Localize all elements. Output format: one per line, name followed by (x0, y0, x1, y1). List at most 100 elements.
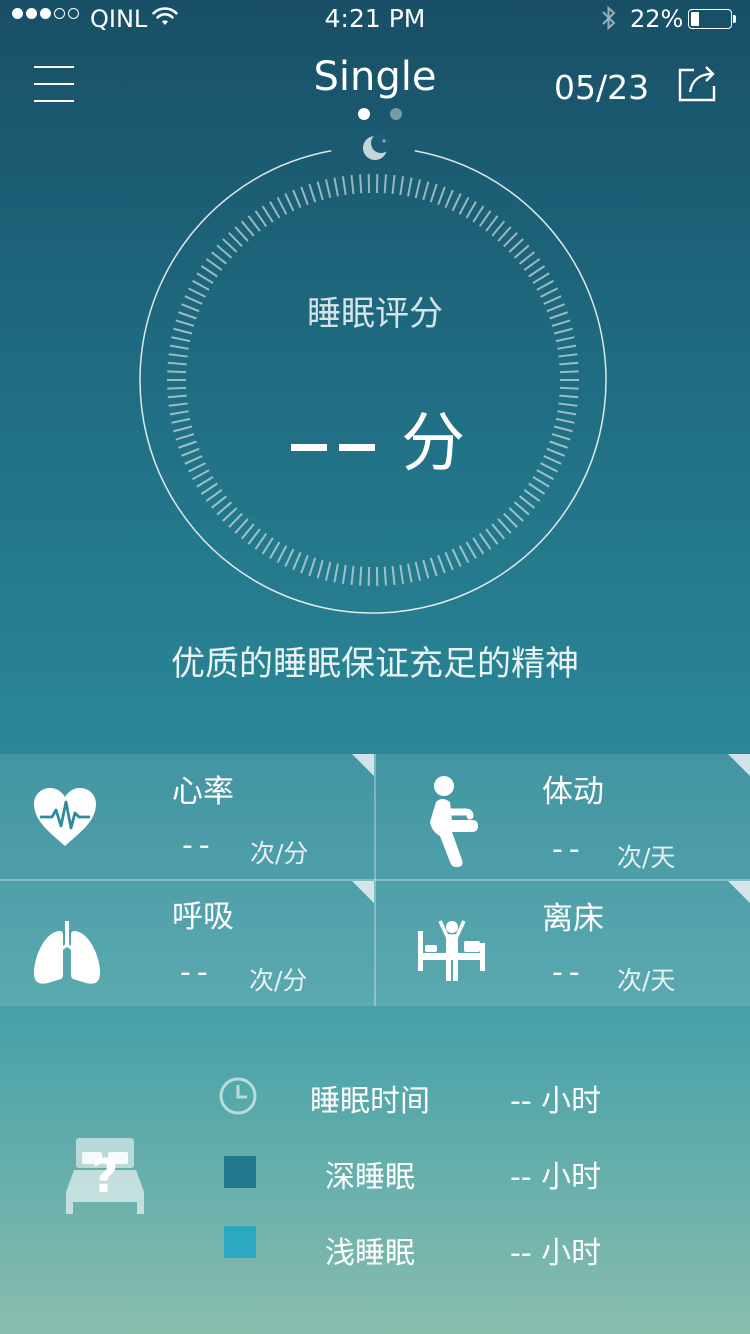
dial-tick (558, 353, 578, 358)
dial-tick (383, 174, 387, 194)
lungs-icon (34, 921, 100, 984)
dial-tick (528, 265, 546, 278)
dial-tick (234, 226, 249, 242)
dial-tick (559, 370, 579, 374)
heart-rate-icon (34, 788, 96, 846)
svg-text:*: * (382, 138, 386, 147)
dial-tick (528, 482, 546, 495)
metric-breathing[interactable]: 呼吸 -- 次/分 (0, 881, 374, 1006)
metric-value: -- (552, 955, 586, 990)
dial-tick (407, 177, 413, 197)
dial-tick (276, 545, 288, 564)
dial-tick (491, 220, 506, 237)
dial-tick (472, 537, 485, 555)
grid-divider-horizontal (0, 879, 750, 881)
sleep-score-label: 睡眠评分 (307, 294, 443, 334)
dial-tick (508, 238, 524, 253)
metric-label: 离床 (542, 901, 604, 937)
sleep-score-dial: * (139, 133, 607, 614)
dial-tick (414, 179, 422, 199)
share-icon (678, 66, 716, 102)
metric-value: -- (552, 832, 586, 867)
moon-icon: * (363, 133, 391, 160)
sleep-score-unit: 分 (401, 407, 466, 481)
dial-tick (444, 189, 454, 208)
share-button[interactable] (676, 62, 718, 108)
dial-tick (292, 552, 302, 571)
metric-value: -- (182, 828, 216, 863)
dial-tick (451, 193, 462, 212)
dial-tick (308, 183, 317, 203)
dial-tick (429, 557, 438, 577)
dial-tick (518, 495, 536, 509)
dial-tick (308, 557, 317, 577)
metric-label: 体动 (542, 774, 604, 810)
metric-label: 呼吸 (172, 899, 234, 935)
dial-tick (429, 183, 438, 203)
dial-tick (247, 528, 261, 545)
date-label[interactable]: 05/23 (554, 68, 649, 107)
dial-tick (200, 482, 218, 495)
dial-tick (261, 205, 274, 223)
dial-tick (167, 370, 187, 374)
dial-tick (316, 559, 324, 579)
dial-tick (240, 523, 255, 540)
dial-tick (465, 201, 477, 219)
dial-tick (491, 523, 506, 540)
metric-leave-bed[interactable]: 离床 -- 次/天 (376, 881, 750, 1006)
dial-tick (391, 565, 396, 585)
dial-tick (168, 353, 188, 358)
dial-tick (254, 532, 268, 550)
status-bar: QINL 4:21 PM 22% (0, 0, 750, 40)
dial-tick (341, 564, 347, 584)
summary-row-deep-sleep: 深睡眠 -- 小时 (0, 1148, 750, 1198)
summary-label: 浅睡眠 (325, 1236, 415, 1271)
dial-tick (465, 541, 477, 559)
dial-tick (559, 386, 579, 390)
dial-tick (205, 258, 223, 271)
dial-tick (458, 196, 470, 215)
dial-tick (399, 564, 405, 584)
dial-tick (523, 258, 541, 271)
dial-tick (284, 193, 295, 212)
metric-body-movement[interactable]: 体动 -- 次/天 (376, 754, 750, 879)
metric-unit: 次/分 (249, 966, 308, 995)
dial-tick (210, 495, 228, 509)
metric-unit: 次/天 (617, 843, 676, 872)
deep-sleep-legend-swatch (224, 1156, 256, 1188)
dial-tick (359, 566, 363, 586)
page-indicator[interactable] (358, 108, 402, 120)
dial-tick (341, 176, 347, 196)
dial-tick (254, 210, 268, 228)
dial-tick (414, 561, 422, 581)
dial-tick (485, 528, 499, 545)
page-dot-1[interactable] (358, 108, 370, 120)
dial-tick (222, 507, 238, 522)
dial-tick (391, 175, 396, 195)
dial-tick (167, 386, 187, 390)
dial-tick (228, 512, 243, 528)
dial-tick (234, 518, 249, 534)
light-sleep-legend-swatch (224, 1226, 256, 1258)
dial-tick (422, 181, 430, 201)
dial-tick (196, 272, 214, 284)
metric-heart-rate[interactable]: 心率 -- 次/分 (0, 754, 374, 879)
summary-value: -- 小时 (510, 1160, 602, 1195)
dial-tick (359, 174, 363, 194)
dial-tick (478, 532, 492, 550)
dial-tick (555, 336, 575, 343)
dial-tick (284, 548, 295, 567)
dial-tick (205, 489, 223, 502)
dial-tick (518, 251, 536, 265)
dial-tick (210, 251, 228, 265)
dial-tick (261, 537, 274, 555)
clock-icon (219, 1077, 257, 1115)
summary-value: -- 小时 (510, 1236, 602, 1271)
dial-tick (508, 507, 524, 522)
summary-row-sleep-time: 睡眠时间 -- 小时 (0, 1072, 750, 1122)
dial-tick (324, 561, 332, 581)
dial-tick (316, 181, 324, 201)
dial-tick (300, 186, 309, 206)
bluetooth-icon (600, 4, 618, 38)
page-dot-2[interactable] (390, 108, 402, 120)
